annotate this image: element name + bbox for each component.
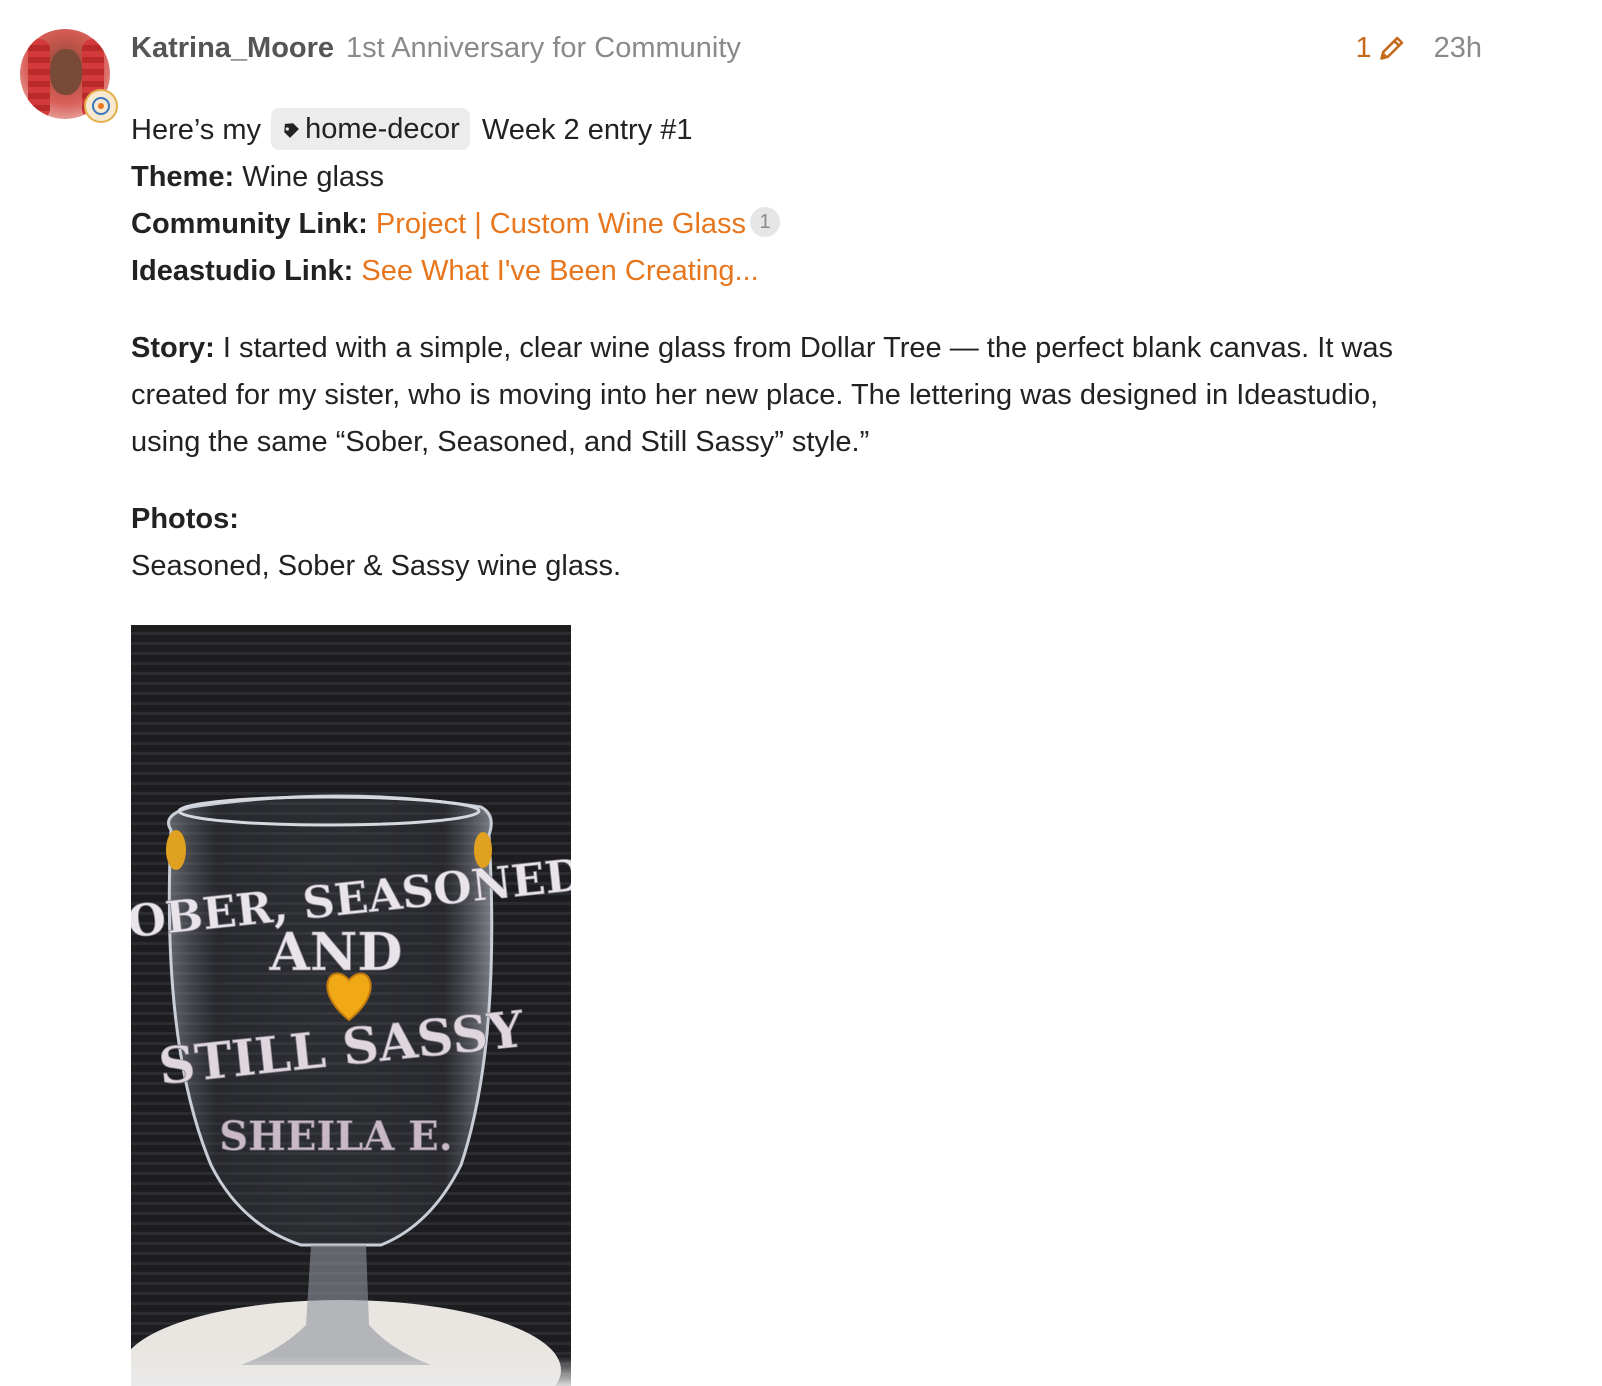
ideastudio-link[interactable]: See What I've Been Creating... [361, 255, 758, 287]
community-link-line: Community Link: Project | Custom Wine Gl… [131, 201, 1471, 248]
forum-post: Katrina_Moore 1st Anniversary for Commun… [0, 0, 1602, 1386]
link-click-count: 1 [750, 207, 781, 238]
post-date[interactable]: 23h [1434, 32, 1482, 65]
glass-text-line4: SHEILA E. [219, 1113, 452, 1160]
tag-icon [284, 123, 299, 139]
intro-line: Here’s my home-decor Week 2 entry #1 [131, 107, 1471, 154]
photos-section: Photos: Seasoned, Sober & Sassy wine gla… [131, 496, 1471, 590]
theme-line: Theme: Wine glass [131, 161, 385, 193]
wine-glass-photo[interactable]: SOBER, SEASONED AND STILL SASSY SHEILA E… [131, 625, 571, 1386]
tag-home-decor[interactable]: home-decor [271, 108, 470, 151]
pencil-icon [1379, 36, 1403, 60]
photo-caption: Seasoned, Sober & Sassy wine glass. [131, 550, 622, 582]
avatar[interactable] [20, 29, 118, 123]
post-meta: 1 23h [1355, 28, 1482, 68]
post-body: Here’s my home-decor Week 2 entry #1 The… [131, 107, 1471, 590]
glass-text-line2: AND [269, 922, 403, 983]
ideastudio-link-line: Ideastudio Link: See What I've Been Crea… [131, 255, 759, 287]
photos-heading: Photos: [131, 503, 239, 535]
post-header: Katrina_Moore 1st Anniversary for Commun… [131, 28, 741, 68]
user-title: 1st Anniversary for Community [346, 31, 741, 64]
wine-glass-image: SOBER, SEASONED AND STILL SASSY SHEILA E… [131, 794, 571, 1386]
story-paragraph: Story: I started with a simple, clear wi… [131, 332, 1393, 458]
edit-count: 1 [1355, 31, 1372, 64]
flair-badge-icon [84, 89, 118, 123]
community-link[interactable]: Project | Custom Wine Glass [376, 208, 746, 240]
username[interactable]: Katrina_Moore [131, 32, 334, 65]
edit-history-button[interactable]: 1 [1355, 32, 1405, 65]
